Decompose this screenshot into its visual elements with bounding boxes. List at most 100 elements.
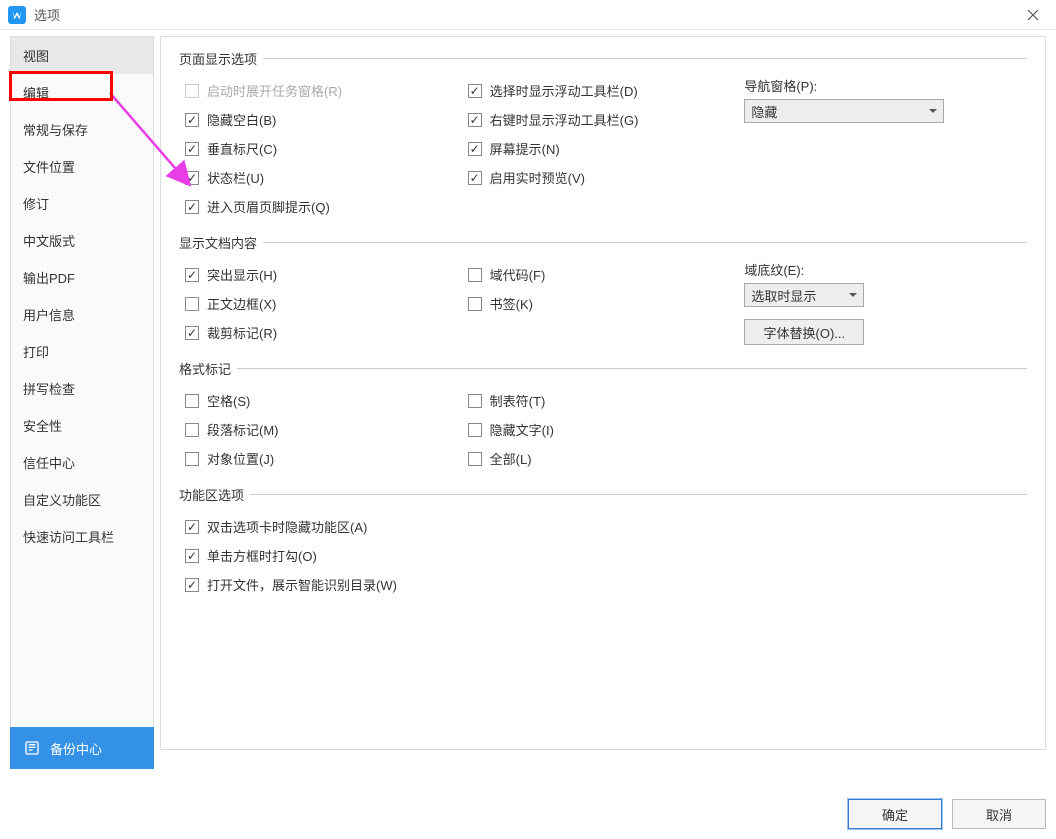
chevron-down-icon	[849, 293, 857, 297]
sidebar-item-6[interactable]: 输出PDF	[11, 259, 153, 296]
doc-content-option-2[interactable]: 裁剪标记(R)	[179, 318, 462, 347]
group-page-display: 页面显示选项 启动时展开任务窗格(R) 隐藏空白(B) 垂直标尺(C) 状态栏(U) 进…	[179, 49, 1027, 221]
doc-content-option-0[interactable]: 域代码(F)	[462, 260, 745, 289]
format-mark-option-0[interactable]: 空格(S)	[179, 386, 462, 415]
sidebar-item-1[interactable]: 编辑	[11, 74, 153, 111]
checkbox-label: 全部(L)	[490, 449, 532, 468]
doc-content-option-1[interactable]: 书签(K)	[462, 289, 745, 318]
chevron-down-icon	[929, 109, 937, 113]
ribbon-option-2[interactable]: 打开文件，展示智能识别目录(W)	[179, 570, 1027, 599]
field-shading-select[interactable]: 选取时显示	[744, 283, 864, 307]
checkbox-label: 制表符(T)	[490, 391, 546, 410]
doc-content-option-1[interactable]: 正文边框(X)	[179, 289, 462, 318]
checkbox-icon	[185, 394, 199, 408]
checkbox-label: 裁剪标记(R)	[207, 323, 277, 342]
checkbox-label: 域代码(F)	[490, 265, 546, 284]
group-format-marks: 格式标记 空格(S) 段落标记(M) 对象位置(J) 制表符(T) 隐藏文字(I) 全部…	[179, 359, 1027, 473]
page-display-option-0[interactable]: 选择时显示浮动工具栏(D)	[462, 76, 745, 105]
checkbox-label: 正文边框(X)	[207, 294, 276, 313]
checkbox-icon	[468, 452, 482, 466]
checkbox-icon	[468, 113, 482, 127]
sidebar-item-13[interactable]: 快速访问工具栏	[11, 518, 153, 555]
group-legend: 页面显示选项	[179, 49, 263, 68]
sidebar-item-4[interactable]: 修订	[11, 185, 153, 222]
checkbox-icon	[468, 297, 482, 311]
page-display-option-0: 启动时展开任务窗格(R)	[179, 76, 462, 105]
sidebar-item-10[interactable]: 安全性	[11, 407, 153, 444]
checkbox-label: 单击方框时打勾(O)	[207, 546, 317, 565]
cancel-button[interactable]: 取消	[952, 799, 1046, 829]
format-mark-option-0[interactable]: 制表符(T)	[462, 386, 745, 415]
page-display-option-1[interactable]: 隐藏空白(B)	[179, 105, 462, 134]
format-mark-option-1[interactable]: 段落标记(M)	[179, 415, 462, 444]
page-display-option-3[interactable]: 启用实时预览(V)	[462, 163, 745, 192]
dialog-footer: 确定 取消	[848, 799, 1046, 829]
ok-button[interactable]: 确定	[848, 799, 942, 829]
group-legend: 格式标记	[179, 359, 237, 378]
window-title: 选项	[34, 5, 1018, 24]
checkbox-label: 空格(S)	[207, 391, 250, 410]
format-mark-option-2[interactable]: 全部(L)	[462, 444, 745, 473]
checkbox-icon	[185, 297, 199, 311]
sidebar-item-0[interactable]: 视图	[11, 37, 153, 74]
checkbox-icon	[185, 326, 199, 340]
checkbox-label: 段落标记(M)	[207, 420, 279, 439]
field-shading-label: 域底纹(E):	[744, 260, 1027, 279]
group-doc-content: 显示文档内容 突出显示(H) 正文边框(X) 裁剪标记(R) 域代码(F) 书签(K)…	[179, 233, 1027, 347]
sidebar-item-3[interactable]: 文件位置	[11, 148, 153, 185]
checkbox-label: 垂直标尺(C)	[207, 139, 277, 158]
checkbox-icon	[468, 171, 482, 185]
group-legend: 显示文档内容	[179, 233, 263, 252]
close-button[interactable]	[1018, 0, 1048, 30]
checkbox-label: 对象位置(J)	[207, 449, 274, 468]
nav-pane-select[interactable]: 隐藏	[744, 99, 944, 123]
font-substitution-button[interactable]: 字体替换(O)...	[744, 319, 864, 345]
page-display-option-4[interactable]: 进入页眉页脚提示(Q)	[179, 192, 462, 221]
sidebar-item-2[interactable]: 常规与保存	[11, 111, 153, 148]
checkbox-icon	[185, 268, 199, 282]
nav-pane-label: 导航窗格(P):	[744, 76, 1027, 95]
checkbox-label: 打开文件，展示智能识别目录(W)	[207, 575, 397, 594]
sidebar-item-9[interactable]: 拼写检查	[11, 370, 153, 407]
checkbox-icon	[468, 268, 482, 282]
checkbox-icon	[185, 142, 199, 156]
checkbox-icon	[185, 171, 199, 185]
checkbox-label: 启用实时预览(V)	[490, 168, 585, 187]
checkbox-label: 选择时显示浮动工具栏(D)	[490, 81, 638, 100]
checkbox-icon	[185, 452, 199, 466]
format-mark-option-1[interactable]: 隐藏文字(I)	[462, 415, 745, 444]
checkbox-label: 隐藏空白(B)	[207, 110, 276, 129]
checkbox-label: 启动时展开任务窗格(R)	[207, 81, 342, 100]
checkbox-icon	[185, 84, 199, 98]
checkbox-icon	[468, 142, 482, 156]
checkbox-icon	[185, 520, 199, 534]
checkbox-icon	[185, 200, 199, 214]
checkbox-label: 屏幕提示(N)	[490, 139, 560, 158]
sidebar-item-12[interactable]: 自定义功能区	[11, 481, 153, 518]
checkbox-label: 进入页眉页脚提示(Q)	[207, 197, 330, 216]
format-mark-option-2[interactable]: 对象位置(J)	[179, 444, 462, 473]
page-display-option-1[interactable]: 右键时显示浮动工具栏(G)	[462, 105, 745, 134]
sidebar-item-8[interactable]: 打印	[11, 333, 153, 370]
content-panel: 页面显示选项 启动时展开任务窗格(R) 隐藏空白(B) 垂直标尺(C) 状态栏(U) 进…	[160, 36, 1046, 750]
checkbox-icon	[468, 423, 482, 437]
sidebar-item-7[interactable]: 用户信息	[11, 296, 153, 333]
checkbox-label: 突出显示(H)	[207, 265, 277, 284]
page-display-option-2[interactable]: 垂直标尺(C)	[179, 134, 462, 163]
checkbox-icon	[185, 578, 199, 592]
page-display-option-2[interactable]: 屏幕提示(N)	[462, 134, 745, 163]
sidebar-item-11[interactable]: 信任中心	[11, 444, 153, 481]
ribbon-option-1[interactable]: 单击方框时打勾(O)	[179, 541, 1027, 570]
checkbox-icon	[185, 549, 199, 563]
backup-center-button[interactable]: 备份中心	[10, 727, 154, 769]
checkbox-icon	[185, 423, 199, 437]
sidebar-item-5[interactable]: 中文版式	[11, 222, 153, 259]
checkbox-label: 双击选项卡时隐藏功能区(A)	[207, 517, 367, 536]
doc-content-option-0[interactable]: 突出显示(H)	[179, 260, 462, 289]
checkbox-icon	[468, 84, 482, 98]
ribbon-option-0[interactable]: 双击选项卡时隐藏功能区(A)	[179, 512, 1027, 541]
group-ribbon: 功能区选项 双击选项卡时隐藏功能区(A) 单击方框时打勾(O) 打开文件，展示智能识…	[179, 485, 1027, 599]
page-display-option-3[interactable]: 状态栏(U)	[179, 163, 462, 192]
group-legend: 功能区选项	[179, 485, 250, 504]
titlebar: 选项	[0, 0, 1056, 30]
